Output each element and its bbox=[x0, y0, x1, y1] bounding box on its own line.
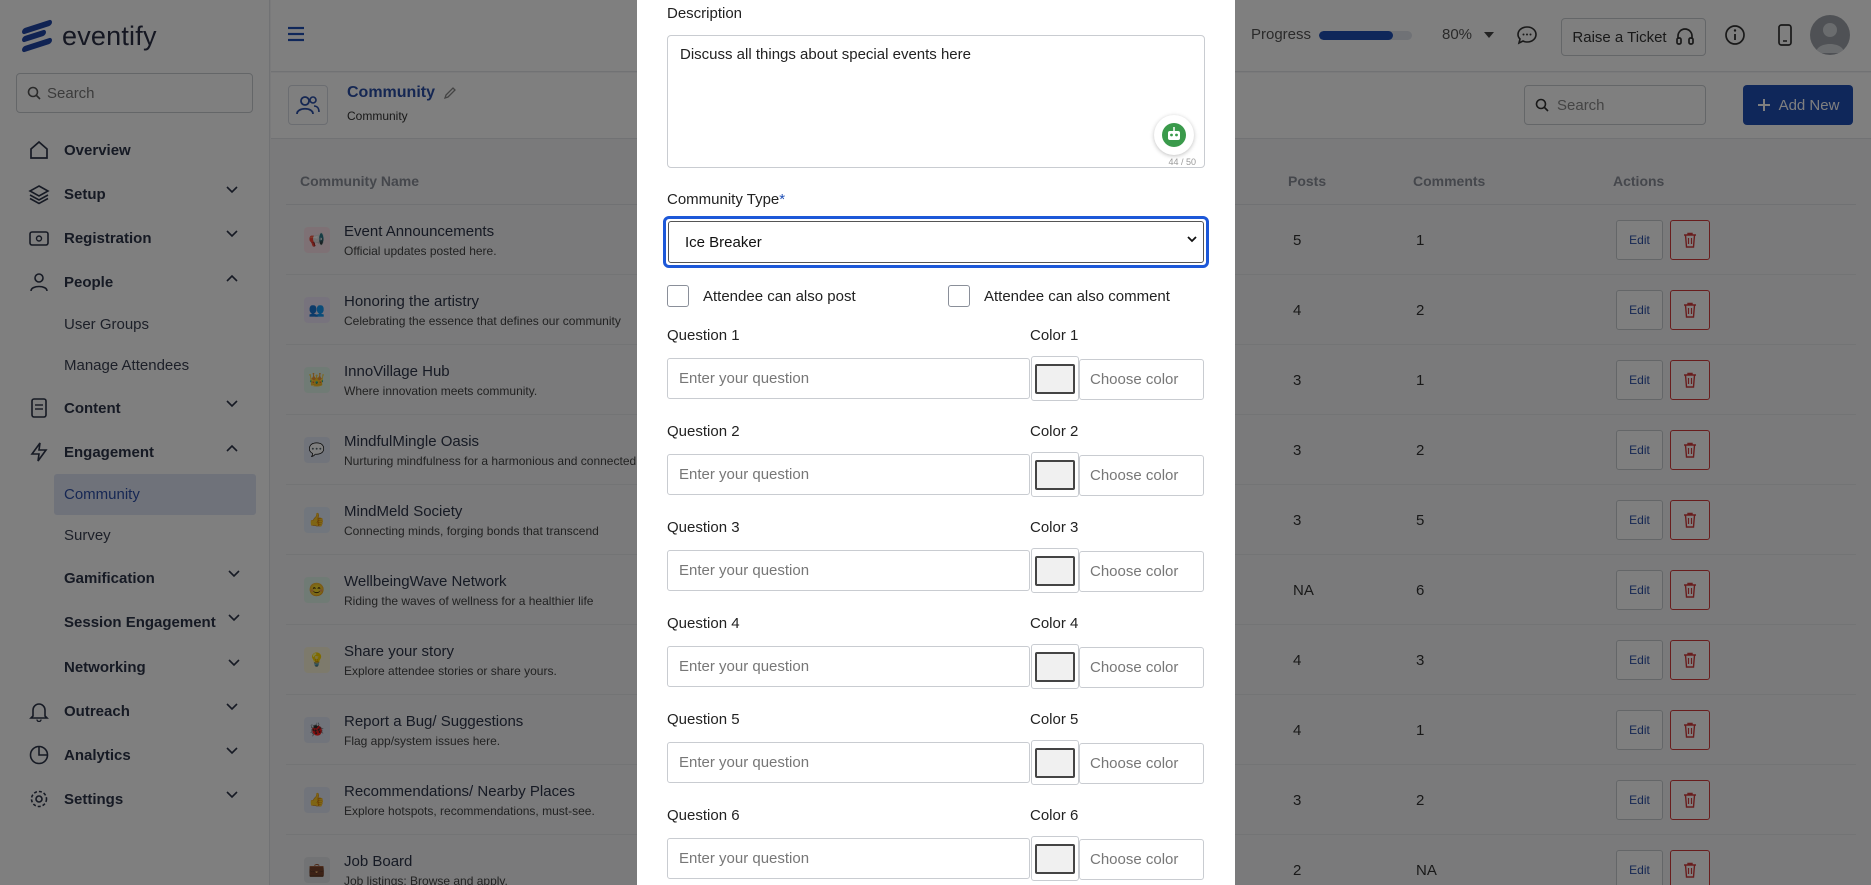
question-label: Question 5 bbox=[667, 711, 740, 728]
question-input[interactable]: Enter your question bbox=[667, 550, 1030, 591]
color-placeholder: Choose color bbox=[1090, 755, 1179, 772]
community-type-label-text: Community Type bbox=[667, 191, 780, 208]
question-input[interactable]: Enter your question bbox=[667, 838, 1030, 879]
color-swatch-preview bbox=[1035, 555, 1075, 586]
color-placeholder: Choose color bbox=[1090, 659, 1179, 676]
question-input[interactable]: Enter your question bbox=[667, 358, 1030, 399]
community-type-select[interactable]: Ice Breaker bbox=[668, 221, 1204, 263]
color-label: Color 5 bbox=[1030, 711, 1079, 728]
description-value: Discuss all things about special events … bbox=[680, 46, 971, 63]
description-label: Description bbox=[667, 5, 743, 22]
color-swatch[interactable] bbox=[1031, 644, 1079, 689]
question-label: Question 1 bbox=[667, 327, 740, 344]
color-input[interactable]: Choose color bbox=[1079, 647, 1204, 688]
checkbox-label: Attendee can also post bbox=[703, 287, 856, 305]
color-swatch-preview bbox=[1035, 651, 1075, 682]
color-swatch-preview bbox=[1035, 459, 1075, 490]
color-label: Color 6 bbox=[1030, 807, 1079, 824]
required-marker: * bbox=[779, 191, 786, 208]
color-swatch-preview bbox=[1035, 747, 1075, 778]
color-placeholder: Choose color bbox=[1090, 851, 1179, 868]
color-placeholder: Choose color bbox=[1090, 467, 1179, 484]
question-input[interactable]: Enter your question bbox=[667, 454, 1030, 495]
color-label: Color 2 bbox=[1030, 423, 1079, 440]
description-textarea[interactable]: Discuss all things about special events … bbox=[667, 35, 1205, 168]
question-label: Question 3 bbox=[667, 519, 740, 536]
question-label: Question 4 bbox=[667, 615, 740, 632]
question-label: Question 6 bbox=[667, 807, 740, 824]
color-swatch[interactable] bbox=[1031, 356, 1079, 401]
color-placeholder: Choose color bbox=[1090, 563, 1179, 580]
question-label: Question 2 bbox=[667, 423, 740, 440]
color-label: Color 1 bbox=[1030, 327, 1079, 344]
attendee-comment-checkbox[interactable]: Attendee can also comment bbox=[948, 285, 1170, 307]
color-swatch[interactable] bbox=[1031, 452, 1079, 497]
color-input[interactable]: Choose color bbox=[1079, 359, 1204, 400]
color-label: Color 3 bbox=[1030, 519, 1079, 536]
color-input[interactable]: Choose color bbox=[1079, 839, 1204, 880]
color-input[interactable]: Choose color bbox=[1079, 743, 1204, 784]
question-placeholder: Enter your question bbox=[679, 562, 810, 579]
checkbox-label: Attendee can also comment bbox=[984, 287, 1170, 305]
question-placeholder: Enter your question bbox=[679, 658, 810, 675]
color-placeholder: Choose color bbox=[1090, 371, 1179, 388]
question-placeholder: Enter your question bbox=[679, 370, 810, 387]
community-type-label: Community Type* bbox=[667, 191, 785, 208]
edit-community-modal: Description Discuss all things about spe… bbox=[637, 0, 1235, 885]
attendee-post-checkbox[interactable]: Attendee can also post bbox=[667, 285, 856, 307]
color-input[interactable]: Choose color bbox=[1079, 455, 1204, 496]
color-swatch-preview bbox=[1035, 363, 1075, 394]
question-placeholder: Enter your question bbox=[679, 754, 810, 771]
character-counter: 44 / 50 bbox=[1168, 157, 1196, 167]
community-type-select-focus: Ice Breaker bbox=[663, 216, 1209, 268]
question-input[interactable]: Enter your question bbox=[667, 646, 1030, 687]
checkbox-box[interactable] bbox=[667, 285, 689, 307]
color-swatch[interactable] bbox=[1031, 836, 1079, 881]
checkbox-box[interactable] bbox=[948, 285, 970, 307]
question-placeholder: Enter your question bbox=[679, 850, 810, 867]
community-type-value: Ice Breaker bbox=[685, 233, 762, 251]
color-label: Color 4 bbox=[1030, 615, 1079, 632]
ai-assistant-button[interactable] bbox=[1154, 115, 1194, 155]
color-swatch[interactable] bbox=[1031, 548, 1079, 593]
color-swatch-preview bbox=[1035, 843, 1075, 874]
robot-icon bbox=[1162, 123, 1186, 147]
question-input[interactable]: Enter your question bbox=[667, 742, 1030, 783]
chevron-down-icon bbox=[1187, 236, 1197, 243]
color-input[interactable]: Choose color bbox=[1079, 551, 1204, 592]
question-placeholder: Enter your question bbox=[679, 466, 810, 483]
color-swatch[interactable] bbox=[1031, 740, 1079, 785]
